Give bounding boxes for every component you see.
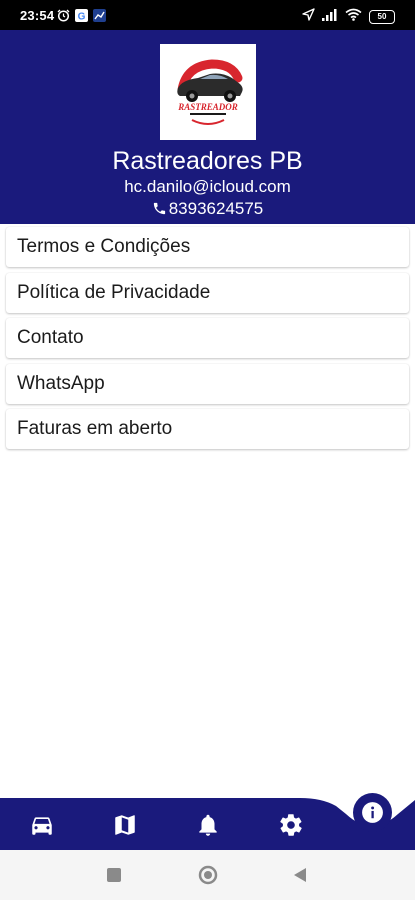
menu-list: Termos e Condições Política de Privacida… [6, 227, 409, 455]
google-icon: G [75, 9, 88, 27]
system-navigation-bar [0, 850, 415, 900]
svg-text:G: G [78, 12, 86, 23]
app-notification-icon [93, 9, 106, 27]
bell-icon [195, 814, 221, 842]
back-triangle-icon [293, 868, 307, 886]
menu-item-contact[interactable]: Contato [6, 318, 409, 359]
status-bar: 23:54 G 50 [0, 0, 415, 30]
phone-icon [152, 200, 167, 222]
home-button[interactable] [198, 865, 218, 890]
map-icon [112, 815, 138, 842]
company-logo: RASTREADOR [160, 44, 256, 140]
nav-notifications-button[interactable] [195, 812, 221, 838]
info-icon [360, 800, 385, 830]
menu-item-terms[interactable]: Termos e Condições [6, 227, 409, 267]
menu-item-open-invoices[interactable]: Faturas em aberto [6, 409, 409, 450]
company-name: Rastreadores PB [112, 147, 303, 175]
alarm-icon [57, 9, 70, 27]
recents-button[interactable] [107, 868, 121, 887]
nav-map-button[interactable] [112, 812, 138, 838]
contact-phone-row: 8393624575 [0, 198, 415, 222]
back-button[interactable] [293, 868, 307, 887]
wifi-icon [345, 8, 362, 26]
square-icon [107, 868, 121, 886]
location-icon [302, 8, 315, 26]
menu-item-privacy-policy[interactable]: Política de Privacidade [6, 272, 409, 313]
bottom-navigation [0, 780, 415, 850]
status-notification-icons: G [57, 9, 106, 27]
info-button[interactable] [353, 793, 392, 832]
gear-icon [278, 814, 304, 842]
nav-vehicles-button[interactable] [29, 812, 55, 838]
app-screen: 23:54 G 50 RASTREADOR Rastreadores PB hc… [0, 0, 415, 900]
contact-phone: 8393624575 [168, 199, 264, 218]
status-time: 23:54 [20, 8, 55, 23]
nav-settings-button[interactable] [278, 812, 304, 838]
car-icon [29, 817, 55, 842]
logo-text: RASTREADOR [177, 102, 238, 112]
signal-icon [322, 8, 338, 26]
battery-indicator: 50 [369, 10, 395, 24]
contact-email: hc.danilo@icloud.com [124, 177, 291, 196]
status-system-icons: 50 [302, 8, 395, 26]
profile-header: RASTREADOR Rastreadores PB hc.danilo@icl… [0, 30, 415, 224]
circle-icon [198, 865, 218, 889]
menu-item-whatsapp[interactable]: WhatsApp [6, 363, 409, 404]
